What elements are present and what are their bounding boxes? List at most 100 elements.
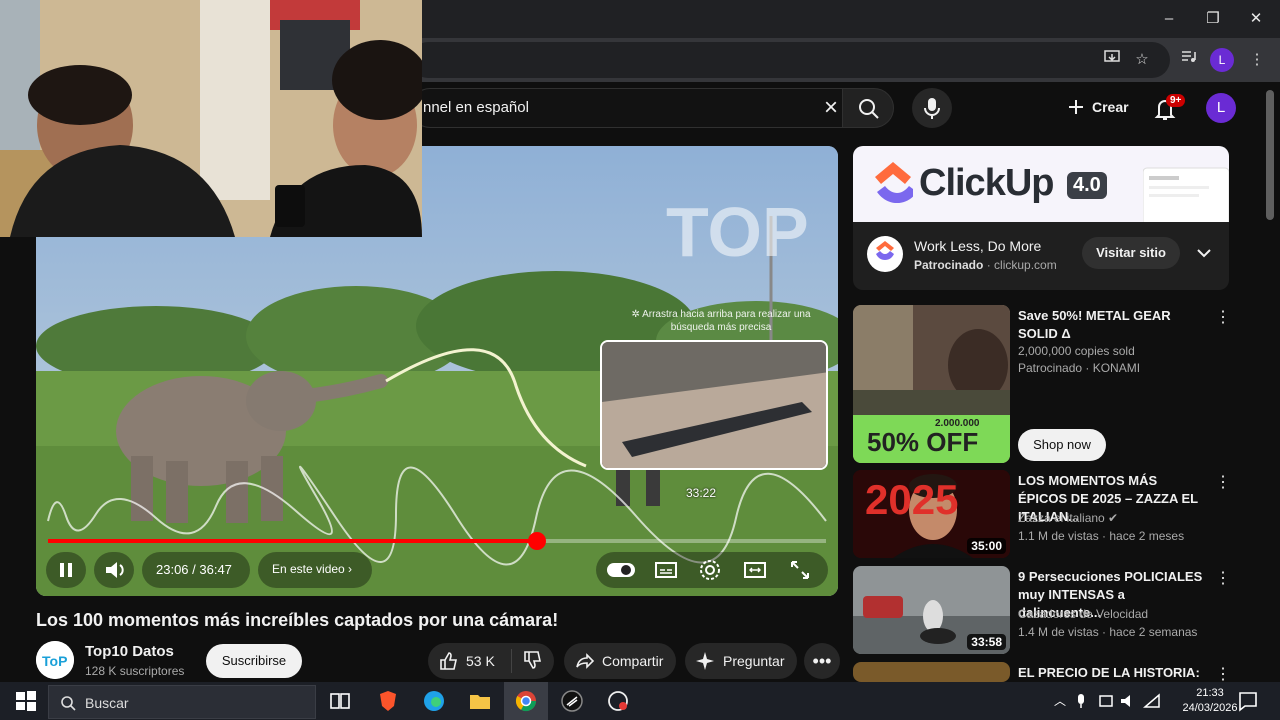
channel-name[interactable]: Top10 Datos: [85, 643, 174, 660]
svg-text:ToP: ToP: [42, 653, 67, 669]
ad-advertiser-avatar[interactable]: [867, 236, 903, 272]
shop-now-button[interactable]: Shop now: [1018, 429, 1106, 461]
tray-wifi-icon[interactable]: [1142, 689, 1162, 713]
ad-card[interactable]: ClickUp 4.0 Work Less, Do More Patrocina…: [853, 146, 1229, 290]
bookmark-star-icon[interactable]: ☆: [1130, 48, 1154, 72]
recommendation-item[interactable]: 33:58 9 Persecuciones POLICIALES muy INT…: [853, 566, 1231, 656]
video-thumbnail[interactable]: 33:58: [853, 566, 1010, 654]
taskbar: Buscar ︿ 21:33 24/03/2026: [0, 682, 1280, 720]
recommendation-title[interactable]: Save 50%! METAL GEAR SOLID Δ: [1018, 307, 1208, 343]
ad-version: 4.0: [1067, 172, 1107, 199]
taskbar-date: 24/03/2026: [1182, 702, 1238, 714]
search-input[interactable]: nnel en español ×: [410, 88, 850, 128]
taskbar-search-placeholder: Buscar: [85, 695, 129, 711]
more-options-icon[interactable]: ⋮: [1215, 307, 1231, 327]
recommendation-item[interactable]: 2.000.000 50% OFF Save 50%! METAL GEAR S…: [853, 305, 1231, 465]
ask-button[interactable]: Preguntar: [685, 643, 797, 679]
subscribe-button[interactable]: Suscribirse: [206, 644, 302, 678]
browser-menu-icon[interactable]: ⋮: [1245, 48, 1269, 72]
close-window-button[interactable]: ✕: [1244, 8, 1268, 30]
ad-brand: ClickUp: [919, 162, 1054, 204]
plus-icon: [1069, 100, 1083, 114]
settings-gear-icon[interactable]: [698, 558, 722, 582]
taskbar-clock[interactable]: 21:33 24/03/2026: [1180, 686, 1240, 716]
search-button[interactable]: [842, 88, 894, 128]
video-thumbnail[interactable]: [853, 662, 1010, 682]
app-icon[interactable]: [560, 689, 584, 713]
recording-app-icon[interactable]: [606, 689, 630, 713]
account-avatar[interactable]: L: [1206, 93, 1236, 123]
like-dislike-group: 53 K: [428, 643, 554, 679]
thumb-text: 2025: [865, 476, 959, 523]
subtitles-icon[interactable]: [654, 558, 678, 582]
create-button[interactable]: Crear: [1058, 88, 1138, 126]
brave-browser-icon[interactable]: [376, 689, 400, 713]
ad-banner[interactable]: ClickUp 4.0: [853, 146, 1229, 222]
taskbar-time: 21:33: [1196, 687, 1224, 699]
taskbar-search-box[interactable]: Buscar: [48, 685, 316, 719]
search-icon: [859, 99, 879, 119]
profile-avatar[interactable]: L: [1210, 48, 1234, 72]
ad-domain: · clickup.com: [986, 258, 1057, 272]
task-view-icon[interactable]: [328, 689, 352, 713]
video-title: Los 100 momentos más increíbles captados…: [36, 610, 559, 630]
voice-search-button[interactable]: [912, 88, 952, 128]
tray-network-icon[interactable]: [1096, 689, 1116, 713]
like-button[interactable]: 53 K: [428, 649, 512, 673]
tray-microphone-icon[interactable]: [1072, 689, 1090, 713]
recommendation-meta-2: 1.1 M de vistas · hace 2 meses: [1018, 529, 1185, 543]
video-thumbnail[interactable]: 2.000.000 50% OFF: [853, 305, 1010, 463]
dislike-button[interactable]: [512, 649, 544, 674]
edge-browser-icon[interactable]: [422, 689, 446, 713]
preview-timestamp: 33:22: [686, 486, 717, 500]
channel-watermark: TOP: [666, 193, 809, 271]
tray-volume-icon[interactable]: [1118, 689, 1138, 713]
more-options-icon[interactable]: ⋮: [1215, 664, 1229, 682]
volume-button[interactable]: [94, 552, 134, 588]
recommendation-meta-2: 1.4 M de vistas · hace 2 semanas: [1018, 625, 1198, 639]
chevron-down-icon[interactable]: [1195, 244, 1213, 262]
sparkle-icon: [696, 652, 714, 670]
progress-played: [48, 539, 537, 543]
more-options-icon[interactable]: ⋮: [1215, 472, 1231, 492]
install-app-icon[interactable]: [1100, 48, 1124, 72]
chrome-browser-icon: [515, 691, 537, 712]
create-label: Crear: [1092, 99, 1129, 115]
address-bar[interactable]: [410, 42, 1170, 78]
maximize-button[interactable]: ❐: [1201, 8, 1225, 30]
fullscreen-icon[interactable]: [788, 558, 812, 582]
chapter-label[interactable]: En este video ›: [272, 562, 352, 576]
minimize-button[interactable]: –: [1157, 8, 1181, 30]
like-count: 53 K: [466, 653, 495, 669]
ad-headline[interactable]: Work Less, Do More: [914, 238, 1041, 254]
chrome-taskbar-active[interactable]: [504, 682, 548, 720]
more-actions-button[interactable]: •••: [804, 643, 840, 679]
subscriber-count: 128 K suscriptores: [85, 664, 185, 678]
recommendation-item[interactable]: EL PRECIO DE LA HISTORIA: ⋮: [853, 662, 1229, 682]
clear-search-icon[interactable]: ×: [824, 95, 838, 121]
media-control-icon[interactable]: [1177, 48, 1201, 72]
autoplay-toggle-icon[interactable]: [606, 558, 636, 582]
progress-scrubber[interactable]: [528, 532, 546, 550]
thumb-badge: 50% OFF: [867, 427, 979, 457]
notification-center-icon[interactable]: [1236, 689, 1260, 713]
theater-mode-icon[interactable]: [743, 558, 767, 582]
search-icon: [61, 696, 76, 711]
file-explorer-icon[interactable]: [468, 689, 492, 713]
channel-avatar[interactable]: ToP: [36, 641, 74, 679]
video-thumbnail[interactable]: 2025 35:00: [853, 470, 1010, 558]
recommendation-title[interactable]: EL PRECIO DE LA HISTORIA:: [1018, 664, 1208, 682]
recommendation-meta-1: Cazadores de Velocidad: [1018, 607, 1149, 621]
current-time: 23:06 / 36:47: [156, 562, 232, 577]
thumbs-down-icon: [524, 650, 541, 669]
recommendation-item[interactable]: 2025 35:00 LOS MOMENTOS MÁS ÉPICOS DE 20…: [853, 470, 1231, 560]
share-button[interactable]: Compartir: [564, 643, 676, 679]
drag-hint-text: ✲ Arrastra hacia arriba para realizar un…: [631, 309, 811, 333]
visit-site-button[interactable]: Visitar sitio: [1082, 237, 1180, 269]
play-pause-button[interactable]: [46, 552, 86, 588]
more-options-icon[interactable]: ⋮: [1215, 568, 1231, 588]
windows-start-icon[interactable]: [14, 689, 38, 713]
page-scrollbar[interactable]: [1266, 90, 1274, 220]
seek-preview-thumbnail: [600, 340, 828, 470]
tray-chevron-icon[interactable]: ︿: [1054, 692, 1066, 709]
